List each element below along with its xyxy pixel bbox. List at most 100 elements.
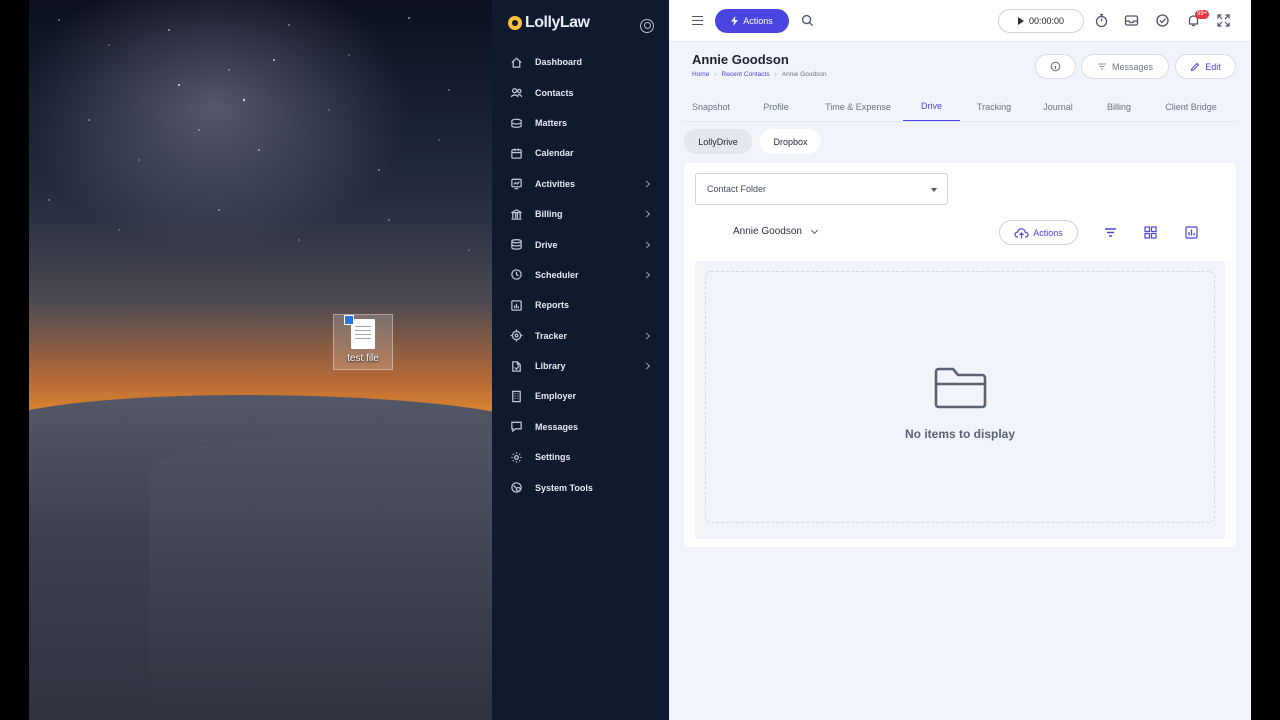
sidebar-item-label: Employer: [535, 391, 577, 402]
sidebar-item-contacts[interactable]: Contacts: [492, 77, 669, 107]
folder-select-value: Contact Folder: [707, 184, 767, 194]
caret-down-icon: [931, 188, 937, 192]
chevron-right-icon: [642, 240, 651, 249]
sidebar-item-settings[interactable]: Settings: [492, 442, 669, 472]
play-icon: [1017, 17, 1024, 25]
sidebar-item-label: Library: [535, 361, 566, 372]
pencil-icon: [1191, 62, 1200, 71]
sidebar-item-label: Settings: [535, 452, 571, 463]
sidebar-item-scheduler[interactable]: Scheduler: [492, 260, 669, 290]
contact-header: Annie Goodson Home › Recent Contacts › A…: [692, 52, 827, 78]
breadcrumb-home[interactable]: Home: [692, 71, 709, 78]
hamburger-menu-icon[interactable]: [692, 16, 703, 25]
check-circle-icon[interactable]: [1155, 13, 1170, 28]
sidebar-item-label: Dashboard: [535, 57, 583, 68]
tab-time-expense[interactable]: Time & Expense: [813, 92, 903, 122]
notification-badge: 99+: [1195, 10, 1210, 19]
inbox-icon[interactable]: [1124, 13, 1139, 28]
drive-actions-button[interactable]: Actions: [999, 220, 1078, 245]
sidebar-item-label: Matters: [535, 117, 568, 128]
brand-logo[interactable]: LollyLaw: [508, 14, 590, 32]
sidebar-item-matters[interactable]: Matters: [492, 108, 669, 138]
database-icon: [511, 239, 522, 250]
tabs-divider: [683, 121, 1237, 122]
chevron-right-icon: [642, 332, 651, 340]
briefcase-icon: [511, 119, 522, 129]
desktop-wallpaper: [29, 0, 492, 720]
edit-button-label: Edit: [1205, 61, 1221, 72]
lollylaw-logo-icon: [508, 16, 522, 30]
desktop-file-icon[interactable]: test file: [333, 314, 393, 370]
sidebar-item-billing[interactable]: Billing: [492, 199, 669, 229]
chevron-right-icon: [642, 362, 651, 370]
sidebar-item-dashboard[interactable]: Dashboard: [492, 47, 669, 77]
sort-lines-icon[interactable]: [1104, 226, 1117, 239]
sidebar-item-messages[interactable]: Messages: [492, 412, 669, 442]
filter-lines-icon: [1097, 63, 1106, 70]
info-button[interactable]: [1035, 54, 1076, 79]
sidebar-item-label: Calendar: [535, 148, 574, 159]
stopwatch-icon[interactable]: [1094, 13, 1109, 28]
drive-panel: Contact Folder Annie Goodson Actions No …: [684, 163, 1236, 547]
sidebar-item-label: Activities: [535, 178, 576, 189]
empty-state-text: No items to display: [904, 427, 1016, 441]
library-icon: [512, 360, 521, 372]
sidebar-item-drive[interactable]: Drive: [492, 229, 669, 259]
chart-view-icon[interactable]: [1185, 226, 1198, 239]
sidebar-item-library[interactable]: Library: [492, 351, 669, 381]
tab-journal[interactable]: Journal: [1028, 92, 1088, 122]
breadcrumb-separator-icon: ›: [774, 71, 777, 78]
folder-select[interactable]: Contact Folder: [695, 173, 948, 205]
breadcrumb-recent-contacts[interactable]: Recent Contacts: [722, 71, 770, 78]
expand-icon[interactable]: [1216, 13, 1231, 28]
activity-icon: [511, 178, 522, 190]
document-icon: [351, 319, 375, 349]
page-title: Annie Goodson: [692, 52, 789, 67]
sidebar-item-label: Tracker: [535, 330, 568, 341]
brand-name: LollyLaw: [525, 14, 590, 31]
sidebar-item-employer[interactable]: Employer: [492, 381, 669, 411]
tab-snapshot[interactable]: Snapshot: [683, 92, 739, 122]
search-icon[interactable]: [801, 14, 814, 27]
chevron-right-icon: [642, 210, 651, 218]
sidebar-item-calendar[interactable]: Calendar: [492, 138, 669, 168]
messages-button-label: Messages: [1111, 61, 1154, 72]
current-folder-label: Annie Goodson: [733, 226, 802, 237]
desktop-file-label: test file: [347, 353, 379, 364]
user-profile-icon[interactable]: [640, 19, 654, 33]
tab-profile[interactable]: Profile: [739, 92, 813, 122]
tab-billing[interactable]: Billing: [1088, 92, 1150, 122]
home-icon: [511, 57, 522, 68]
file-drop-zone[interactable]: No items to display: [695, 261, 1225, 539]
contact-tabs: Snapshot Profile Time & Expense Drive Tr…: [683, 92, 1232, 122]
messages-button[interactable]: Messages: [1081, 54, 1169, 79]
checkbox-icon: [344, 315, 354, 325]
building-icon: [512, 390, 521, 403]
gear-icon: [511, 452, 522, 463]
sidebar-item-reports[interactable]: Reports: [492, 290, 669, 320]
left-black-bar: [0, 0, 29, 720]
current-folder-dropdown[interactable]: Annie Goodson: [733, 226, 818, 237]
sidebar-item-label: Scheduler: [535, 269, 579, 280]
sidebar-item-tracker[interactable]: Tracker: [492, 321, 669, 351]
timer-button[interactable]: 00:00:00: [998, 9, 1084, 33]
sidebar-item-system-tools[interactable]: System Tools: [492, 472, 669, 502]
tab-drive[interactable]: Drive: [903, 92, 960, 122]
actions-button[interactable]: Actions: [715, 9, 789, 33]
subtab-dropbox[interactable]: Dropbox: [760, 129, 821, 154]
info-icon: [1050, 61, 1061, 72]
drive-actions-label: Actions: [1033, 227, 1063, 238]
target-icon: [510, 329, 523, 342]
sidebar-item-label: Contacts: [535, 87, 574, 98]
sidebar: LollyLaw Dashboard Contacts Matters Cale…: [492, 0, 669, 720]
grid-view-icon[interactable]: [1144, 226, 1157, 239]
main-content: Actions 00:00:00 99+ Annie Goodson Home …: [669, 0, 1251, 720]
calendar-icon: [511, 148, 522, 159]
tab-client-bridge[interactable]: Client Bridge: [1150, 92, 1232, 122]
edit-button[interactable]: Edit: [1175, 54, 1236, 79]
subtab-lollydrive[interactable]: LollyDrive: [684, 129, 752, 154]
breadcrumb: Home › Recent Contacts › Annie Goodson: [692, 71, 827, 78]
tab-tracking[interactable]: Tracking: [960, 92, 1028, 122]
sidebar-item-label: Reports: [535, 300, 570, 311]
sidebar-item-activities[interactable]: Activities: [492, 169, 669, 199]
